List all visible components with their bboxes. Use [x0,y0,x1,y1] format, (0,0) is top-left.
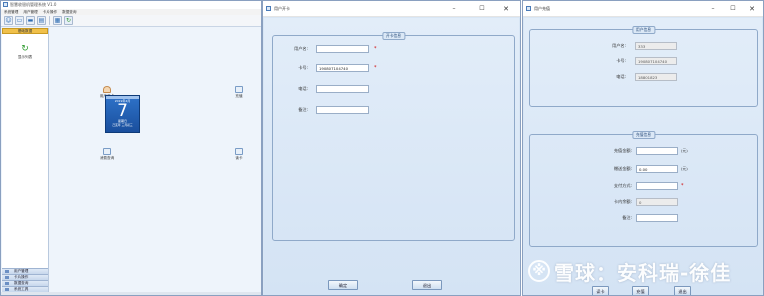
confirm-button[interactable]: 确定 [328,280,358,290]
app-icon [526,6,531,11]
read-card-button[interactable]: 读卡 [592,286,609,295]
remark-input[interactable] [636,214,678,222]
recharge-button[interactable]: 充值 [632,286,649,295]
recharge-amount-input[interactable] [636,147,678,155]
card-icon[interactable]: ▬ [26,16,35,25]
card-number-display [635,57,677,65]
exit-button[interactable]: 退出 [412,280,442,290]
workspace: 用户开卡 充值 消费查询 读卡 2019年4月 7 星期日 己亥年 三月初三 [51,28,259,292]
required-mark: * [681,183,684,189]
phone-input[interactable] [316,85,369,93]
calendar-lunar: 己亥年 三月初三 [112,123,133,127]
unit-label: (元) [681,148,688,153]
group-title: 充值信息 [631,131,656,139]
card-balance-label: 卡内余额: [613,199,632,204]
menu-query[interactable]: 数据查询 [62,9,76,15]
sidebar-bottom-nav: 用户管理 卡片操作 数据查询 系统工具 [2,268,48,292]
maximize-icon[interactable]: ☐ [723,1,743,17]
card-icon[interactable]: ▭ [15,16,24,25]
required-mark: * [374,46,377,52]
sidebar-item-label: 数据查询 [14,281,29,285]
folder-icon [5,288,9,291]
calendar-widget: 2019年4月 7 星期日 己亥年 三月初三 [105,95,140,133]
app-icon [266,6,271,11]
group-title: 开卡信息 [381,32,406,40]
dialog-title-bar: 用户开卡 – ☐ ✕ [263,1,520,17]
report-icon[interactable]: ▤ [37,16,46,25]
close-icon[interactable]: ✕ [496,1,516,17]
sidebar-item-label: 系统工具 [14,287,29,291]
remark-input[interactable] [316,106,369,114]
folder-icon [5,282,9,285]
username-display [635,42,677,50]
card-number-label: 卡号: [616,58,626,63]
recharge-dialog: 用户充值 – ☐ ✕ 用户信息 用户名: 卡号: 电话: 充值信息 充值金额: … [522,0,764,296]
username-label: 用户名: [294,46,308,51]
refresh-icon[interactable]: ↻ [64,16,73,25]
minimize-icon[interactable]: – [703,1,723,17]
dialog-title-bar: 用户充值 – ☐ ✕ [523,1,763,17]
phone-display [635,73,677,81]
sidebar-item-label: 卡片操作 [14,275,29,279]
shortcut-label: 读卡 [235,156,243,160]
dialog-body: 用户信息 用户名: 卡号: 电话: 充值信息 充值金额: (元) 赠送金额: (… [524,18,762,295]
menu-card[interactable]: 卡片操作 [43,9,57,15]
calendar-day: 7 [117,101,128,121]
minimize-icon[interactable]: – [444,1,464,17]
phone-label: 电话: [616,74,626,79]
folder-icon [5,276,9,279]
open-card-dialog: 用户开卡 – ☐ ✕ 开卡信息 用户名: * 卡号: * 电话: 备注: 确定 … [262,0,521,296]
user-icon[interactable]: ☺ [4,16,13,25]
recharge-shortcut[interactable]: 充值 [228,86,250,99]
status-bar [1,292,261,295]
card-number-input[interactable] [316,64,369,72]
sidebar-item-label: 用户管理 [14,269,29,273]
dialog-body: 开卡信息 用户名: * 卡号: * 电话: 备注: 确定 退出 [264,18,519,295]
dialog-title: 用户充值 [534,6,550,11]
exit-button[interactable]: 退出 [674,286,691,295]
user-info-group: 用户信息 [529,26,758,107]
payment-method-label: 支付方式: [613,183,632,188]
close-icon[interactable]: ✕ [742,1,762,17]
group-title: 用户信息 [631,26,656,34]
remark-label: 备注: [622,215,632,220]
app-icon [3,2,8,7]
sidebar: 基础数据 ↻ 显示列表 用户管理 卡片操作 数据查询 系统工具 [2,28,49,292]
shortcut-label: 充值 [235,94,243,98]
phone-label: 电话: [298,86,308,91]
recharge-amount-label: 充值金额: [613,148,632,153]
read-card-shortcut[interactable]: 读卡 [228,148,250,161]
refresh-list-icon[interactable]: ↻ [20,44,30,54]
query-icon [103,148,111,155]
required-mark: * [374,65,377,71]
bonus-amount-label: 赠送金额: [613,166,632,171]
calculator-icon[interactable]: ▦ [53,16,62,25]
main-window-title: 智慧收银机管理系统 V1.0 [10,2,57,7]
menu-system[interactable]: 系统管理 [4,9,18,15]
username-input[interactable] [316,45,369,53]
main-title-bar: 智慧收银机管理系统 V1.0 [1,1,261,9]
main-window: 智慧收银机管理系统 V1.0 系统管理 用户管理 卡片操作 数据查询 ☺ ▭ ▬… [0,0,262,296]
username-label: 用户名: [612,43,626,48]
menu-user[interactable]: 用户管理 [23,9,37,15]
open-card-group: 开卡信息 [272,32,515,241]
sidebar-header[interactable]: 基础数据 [2,28,48,34]
query-shortcut[interactable]: 消费查询 [96,148,118,161]
folder-icon [5,270,9,273]
unit-label: (元) [681,166,688,171]
read-card-icon [235,148,243,155]
refresh-list-label[interactable]: 显示列表 [2,55,48,60]
recharge-icon [235,86,243,93]
card-balance-display [636,198,678,206]
toolbar: ☺ ▭ ▬ ▤ ▦ ↻ [1,15,261,27]
card-number-label: 卡号: [298,65,308,70]
bonus-amount-input[interactable] [636,165,678,173]
maximize-icon[interactable]: ☐ [472,1,492,17]
remark-label: 备注: [298,107,308,112]
toolbar-separator [49,16,50,25]
payment-method-input[interactable] [636,182,678,190]
dialog-title: 用户开卡 [274,6,290,11]
open-card-icon [103,86,111,93]
shortcut-label: 消费查询 [99,156,115,160]
